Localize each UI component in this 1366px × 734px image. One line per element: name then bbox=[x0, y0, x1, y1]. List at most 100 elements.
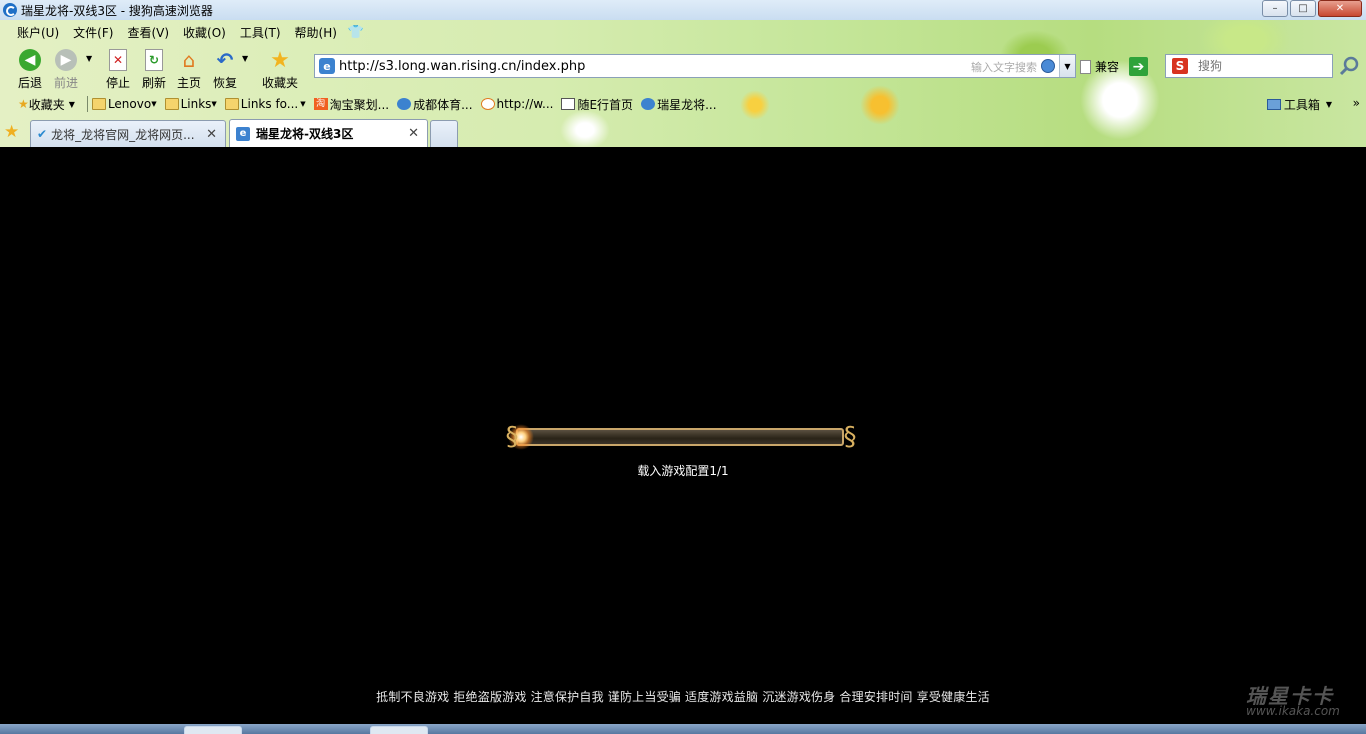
bookmark-lenovo[interactable]: Lenovo ▼ bbox=[91, 97, 157, 111]
bookmark-label: 瑞星龙将... bbox=[657, 97, 717, 112]
image-page-icon bbox=[561, 98, 576, 110]
chevron-down-icon: ▼ bbox=[151, 100, 157, 108]
undo-icon: ↶ bbox=[216, 48, 234, 72]
folder-icon bbox=[164, 98, 179, 110]
favorites-label: 收藏夹 bbox=[261, 76, 298, 90]
bookmark-http[interactable]: http://w... bbox=[480, 97, 554, 111]
chevron-down-icon: ▼ bbox=[211, 100, 217, 108]
menu-view[interactable]: 查看(V) bbox=[120, 24, 176, 41]
chevron-down-icon: ▼ bbox=[1325, 100, 1332, 109]
address-bar[interactable]: e 输入文字搜索 ▼ bbox=[314, 54, 1076, 78]
close-tab-icon[interactable]: ✕ bbox=[408, 126, 419, 141]
taskbar-item[interactable] bbox=[370, 726, 428, 734]
tab-site-icon: ✔ bbox=[37, 127, 48, 141]
bookmark-separator bbox=[86, 96, 88, 112]
bookmark-rising-longjiang[interactable]: 瑞星龙将... bbox=[641, 96, 717, 113]
bookmark-label: Lenovo bbox=[107, 97, 152, 111]
loading-progress-bar: § § bbox=[502, 420, 860, 454]
close-tab-icon[interactable]: ✕ bbox=[206, 127, 217, 142]
home-button[interactable]: ⌂ 主页 bbox=[171, 48, 207, 92]
browser-chrome: 瑞星龙将-双线3区 - 搜狗高速浏览器 – □ ✕ 账户(U) 文件(F) 查看… bbox=[0, 0, 1366, 147]
bookmark-label: 淘宝聚划... bbox=[329, 97, 390, 112]
ie-page-icon bbox=[641, 98, 656, 110]
toolbox-label: 工具箱 bbox=[1283, 98, 1320, 112]
ikaka-watermark-logo: 瑞星卡卡 www.ikaka.com bbox=[1240, 680, 1356, 722]
windows-taskbar bbox=[0, 724, 1366, 734]
toolbox-button[interactable]: 工具箱 ▼ bbox=[1266, 96, 1332, 113]
taobao-icon: 淘 bbox=[313, 98, 328, 110]
document-icon bbox=[1080, 59, 1091, 74]
ornament-right: § bbox=[843, 422, 857, 452]
address-dropdown-icon[interactable]: ▼ bbox=[1059, 55, 1075, 77]
menu-tools[interactable]: 工具(T) bbox=[233, 24, 288, 41]
sogou-browser-icon bbox=[3, 3, 17, 17]
minimize-button[interactable]: – bbox=[1262, 0, 1288, 17]
back-button[interactable]: ◀ 后退 bbox=[12, 48, 48, 92]
refresh-button[interactable]: ↻ 刷新 bbox=[136, 48, 172, 92]
bookmark-label: Links fo... bbox=[240, 97, 299, 111]
bookmark-label: http://w... bbox=[496, 97, 554, 111]
ie-page-icon bbox=[397, 98, 412, 110]
menu-file[interactable]: 文件(F) bbox=[66, 24, 120, 41]
search-magnifier-icon[interactable] bbox=[1339, 55, 1361, 77]
star-icon: ★ bbox=[270, 47, 290, 73]
go-button[interactable]: ➔ bbox=[1129, 57, 1148, 76]
stop-button[interactable]: ✕ 停止 bbox=[100, 48, 136, 92]
toolbox-icon bbox=[1266, 99, 1281, 110]
bookmark-links-for[interactable]: Links fo... ▼ bbox=[224, 97, 306, 111]
game-viewport[interactable]: § § 载入游戏配置1/1 抵制不良游戏 拒绝盗版游戏 注意保护自我 谨防上当受… bbox=[0, 148, 1366, 724]
home-icon: ⌂ bbox=[182, 48, 196, 72]
sogou-engine-icon[interactable] bbox=[1041, 59, 1055, 73]
menu-help[interactable]: 帮助(H) bbox=[288, 24, 344, 41]
refresh-label: 刷新 bbox=[141, 76, 166, 90]
favorites-star-icon[interactable]: ★ bbox=[4, 122, 19, 142]
back-label: 后退 bbox=[17, 76, 42, 90]
favorites-star-icon: ★ bbox=[18, 97, 29, 111]
health-gaming-notice: 抵制不良游戏 拒绝盗版游戏 注意保护自我 谨防上当受骗 适度游戏益脑 沉迷游戏伤… bbox=[376, 690, 990, 704]
restore-dropdown-icon[interactable]: ▼ bbox=[242, 54, 248, 63]
watermark-url: www.ikaka.com bbox=[1246, 704, 1340, 718]
bookmark-label: Links bbox=[180, 97, 212, 111]
more-chevron-icon[interactable]: » bbox=[1353, 96, 1360, 110]
ie-page-icon: e bbox=[236, 126, 250, 141]
home-label: 主页 bbox=[176, 76, 201, 90]
menu-favorites[interactable]: 收藏(O) bbox=[176, 24, 233, 41]
search-input[interactable] bbox=[1198, 59, 1318, 73]
tab-label: 瑞星龙将-双线3区 bbox=[256, 127, 354, 141]
refresh-icon: ↻ bbox=[142, 48, 166, 72]
bookmark-suiexing[interactable]: 随E行首页 bbox=[561, 96, 633, 113]
ornament-left: § bbox=[505, 422, 519, 452]
folder-icon bbox=[91, 98, 106, 110]
tab-longjiang-official[interactable]: ✔ 龙将_龙将官网_龙将网页... ✕ bbox=[30, 120, 226, 147]
sogou-logo-icon[interactable]: S bbox=[1172, 58, 1188, 74]
title-bar: 瑞星龙将-双线3区 - 搜狗高速浏览器 – □ ✕ bbox=[0, 0, 1366, 20]
ie-page-icon: e bbox=[319, 58, 335, 74]
loading-status-text: 载入游戏配置1/1 bbox=[637, 464, 729, 478]
bookmarks-bar: ★ 收藏夹 ▼ Lenovo ▼ Links ▼ Links fo... ▼ 淘… bbox=[0, 94, 1366, 114]
favorites-button[interactable]: ★ 收藏夹 bbox=[260, 48, 300, 92]
new-tab-button[interactable] bbox=[430, 120, 458, 147]
bookmark-chengdu-sports[interactable]: 成都体育... bbox=[397, 96, 473, 113]
forward-label: 前进 bbox=[53, 76, 78, 90]
compat-mode-toggle[interactable]: 兼容 bbox=[1080, 58, 1119, 75]
tab-rising-longjiang[interactable]: e 瑞星龙将-双线3区 ✕ bbox=[229, 119, 428, 147]
close-button[interactable]: ✕ bbox=[1318, 0, 1362, 17]
menu-account[interactable]: 账户(U) bbox=[10, 24, 66, 41]
forward-dropdown-icon[interactable]: ▼ bbox=[86, 54, 92, 63]
bookmark-links[interactable]: Links ▼ bbox=[164, 97, 217, 111]
url-input[interactable] bbox=[339, 58, 939, 74]
progress-track bbox=[516, 428, 844, 446]
smiley-icon bbox=[480, 98, 495, 110]
bookmark-favorites[interactable]: ★ 收藏夹 ▼ bbox=[18, 96, 75, 113]
skin-icon[interactable]: 👕 bbox=[348, 25, 364, 40]
address-search-hint: 输入文字搜索 bbox=[971, 61, 1037, 74]
chevron-down-icon: ▼ bbox=[300, 100, 306, 108]
bookmark-taobao[interactable]: 淘 淘宝聚划... bbox=[313, 96, 390, 113]
back-arrow-icon: ◀ bbox=[18, 48, 42, 72]
maximize-button[interactable]: □ bbox=[1290, 0, 1316, 17]
forward-button[interactable]: ▶ 前进 bbox=[48, 48, 84, 92]
search-box[interactable]: S bbox=[1165, 54, 1333, 78]
restore-label: 恢复 bbox=[212, 76, 237, 90]
restore-button[interactable]: ↶ 恢复 bbox=[207, 48, 243, 92]
taskbar-item[interactable] bbox=[184, 726, 242, 734]
